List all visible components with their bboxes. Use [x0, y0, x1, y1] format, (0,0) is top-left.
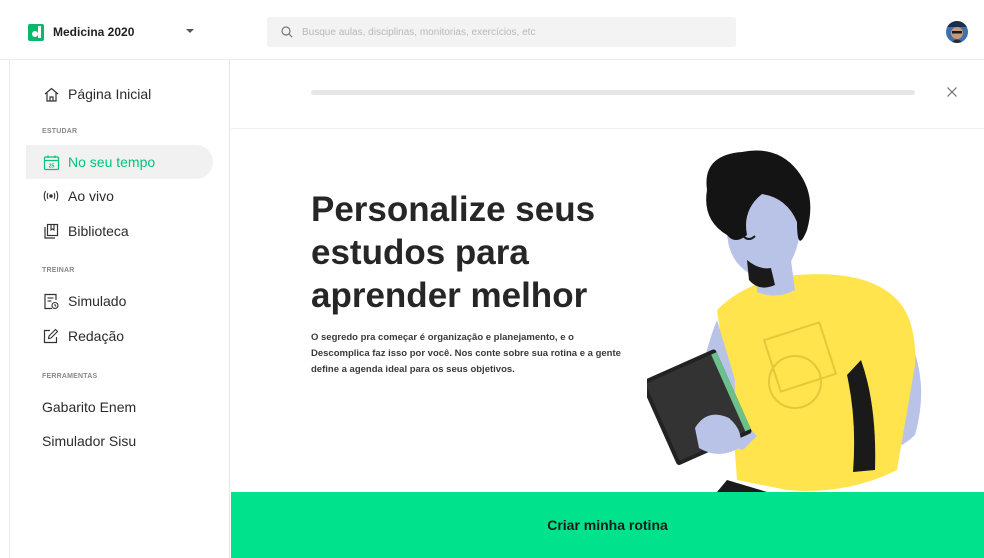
calendar-icon: 25: [42, 153, 60, 171]
edit-icon: [42, 327, 60, 345]
sidebar-item-label: Simulado: [68, 293, 127, 309]
library-icon: [42, 222, 60, 240]
sidebar-item-ao-vivo[interactable]: Ao vivo: [26, 179, 213, 213]
sidebar-item-label: Simulador Sisu: [42, 433, 137, 449]
close-button[interactable]: [944, 84, 960, 100]
sidebar-item-gabarito-enem[interactable]: Gabarito Enem: [26, 390, 213, 424]
onboarding-panel: Personalize seus estudos para aprender m…: [231, 60, 984, 558]
onboarding-progress-bar: [311, 90, 915, 95]
sidebar-item-simulador-sisu[interactable]: Simulador Sisu: [26, 424, 213, 458]
sidebar: Página Inicial ESTUDAR 25 No seu tempo A…: [0, 60, 230, 558]
search-bar[interactable]: [267, 17, 736, 47]
sidebar-item-pagina-inicial[interactable]: Página Inicial: [26, 77, 213, 111]
descomplica-logo-icon: [28, 23, 44, 41]
sidebar-item-label: Gabarito Enem: [42, 399, 137, 415]
home-icon: [42, 85, 60, 103]
create-routine-button[interactable]: Criar minha rotina: [231, 492, 984, 558]
sidebar-item-label: Biblioteca: [68, 223, 129, 239]
course-name: Medicina 2020: [53, 25, 135, 39]
sidebar-item-label: Ao vivo: [68, 188, 114, 204]
sidebar-item-no-seu-tempo[interactable]: 25 No seu tempo: [26, 145, 213, 179]
chevron-down-icon: [186, 29, 194, 33]
sidebar-item-label: No seu tempo: [68, 154, 156, 170]
user-avatar[interactable]: [946, 21, 968, 43]
section-label-ferramentas: FERRAMENTAS: [42, 373, 98, 380]
student-illustration: [641, 150, 984, 492]
svg-text:25: 25: [48, 163, 54, 169]
search-icon: [281, 26, 293, 38]
exam-icon: [42, 292, 60, 310]
sidebar-item-label: Redação: [68, 328, 125, 344]
course-selector[interactable]: Medicina 2020: [28, 18, 218, 46]
sidebar-item-biblioteca[interactable]: Biblioteca: [26, 214, 213, 248]
section-label-treinar: TREINAR: [42, 267, 75, 274]
page-title: Personalize seus estudos para aprender m…: [311, 190, 596, 315]
page-description: O segredo pra começar é organização e pl…: [311, 332, 621, 375]
search-input[interactable]: [302, 26, 722, 38]
header-divider: [231, 128, 984, 129]
sidebar-item-label: Página Inicial: [68, 86, 152, 102]
close-icon: [947, 87, 957, 97]
section-label-estudar: ESTUDAR: [42, 128, 78, 135]
sidebar-item-redacao[interactable]: Redação: [26, 319, 213, 353]
top-bar: Medicina 2020: [0, 0, 984, 60]
live-broadcast-icon: [42, 187, 60, 205]
sidebar-item-simulado[interactable]: Simulado: [26, 284, 213, 318]
